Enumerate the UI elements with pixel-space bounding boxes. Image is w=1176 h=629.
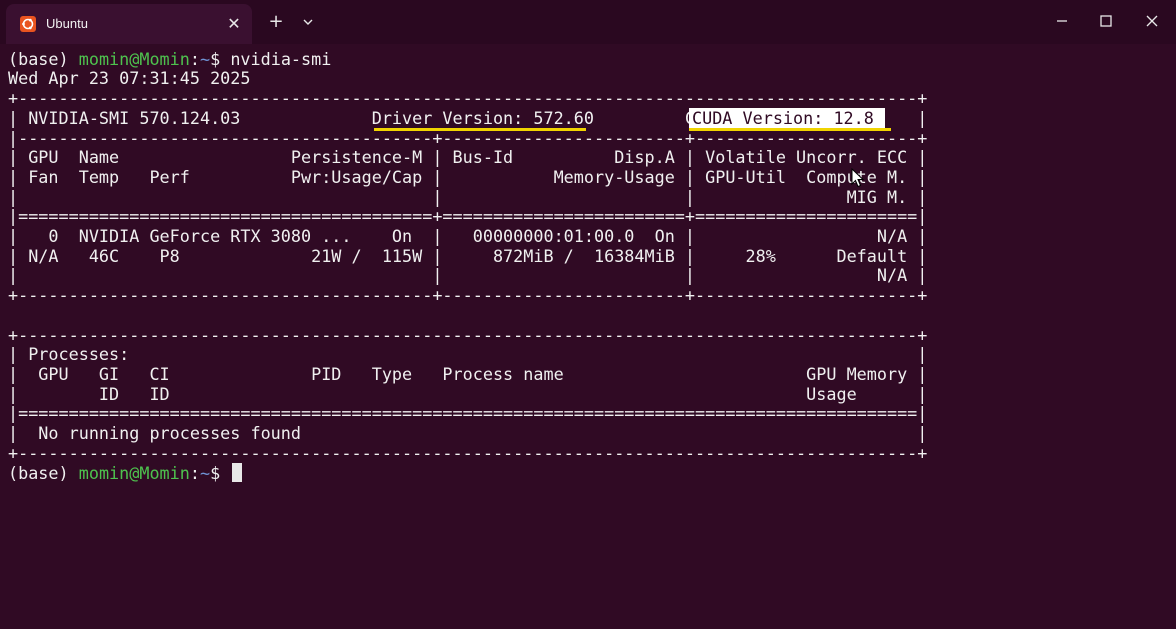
close-icon (1146, 15, 1158, 27)
prompt-symbol: $ (210, 463, 231, 483)
smi-line: +---------------------------------------… (8, 325, 928, 345)
smi-line: | | | MIG M. | (8, 187, 928, 207)
smi-line: +---------------------------------------… (8, 443, 928, 463)
tab-ubuntu[interactable]: Ubuntu ✕ (6, 4, 252, 44)
driver-version-underline (374, 128, 586, 131)
prompt-user-host: momin@Momin (78, 49, 190, 69)
smi-line: | 0 NVIDIA GeForce RTX 3080 ... On | 000… (8, 226, 928, 246)
prompt-env: (base) (8, 463, 79, 483)
smi-line: | Processes: | (8, 344, 928, 364)
chevron-down-icon (303, 19, 313, 25)
timestamp-line: Wed Apr 23 07:31:45 2025 (8, 68, 251, 88)
tab-title: Ubuntu (46, 16, 88, 31)
terminal-window: Ubuntu ✕ + (base) momin@Momin:~$ nvidia-… (0, 0, 1176, 629)
prompt-user-host: momin@Momin (78, 463, 190, 483)
smi-line: +---------------------------------------… (8, 285, 928, 305)
prompt-path: ~ (199, 463, 211, 483)
minimize-button[interactable] (1048, 8, 1076, 34)
smi-line: | GPU GI CI PID Type Process name GPU Me… (8, 364, 928, 384)
mouse-pointer-icon (851, 168, 865, 188)
smi-line: |---------------------------------------… (8, 128, 928, 148)
smi-line: | | | N/A | (8, 265, 928, 285)
smi-line: |=======================================… (8, 403, 928, 423)
cuda-version-underline (689, 128, 891, 131)
prompt-symbol: $ (210, 49, 231, 69)
command-text: nvidia-smi (230, 49, 332, 69)
cuda-version-selected-text: CUDA Version: 12.8 (692, 108, 874, 128)
smi-line: |=======================================… (8, 206, 928, 226)
smi-line: | Fan Temp Perf Pwr:Usage/Cap | Memory-U… (8, 167, 928, 187)
prompt-line: (base) momin@Momin:~$ (8, 463, 230, 483)
smi-line: +---------------------------------------… (8, 88, 928, 108)
prompt-colon: : (189, 49, 200, 69)
prompt-env: (base) (8, 49, 79, 69)
prompt-path: ~ (199, 49, 211, 69)
text-cursor (232, 463, 242, 482)
smi-line: | GPU Name Persistence-M | Bus-Id Disp.A… (8, 147, 928, 167)
smi-line: | N/A 46C P8 21W / 115W | 872MiB / 16384… (8, 246, 928, 266)
tab-close-button[interactable]: ✕ (224, 14, 244, 34)
maximize-button[interactable] (1092, 8, 1120, 34)
smi-line: | ID ID Usage | (8, 384, 928, 404)
command-line: (base) momin@Momin:~$ nvidia-smi (8, 49, 331, 69)
title-bar: Ubuntu ✕ + (0, 0, 1176, 44)
maximize-icon (1100, 15, 1112, 27)
tab-dropdown-button[interactable] (298, 12, 318, 32)
prompt-colon: : (189, 463, 200, 483)
smi-line: | No running processes found | (8, 423, 928, 443)
new-tab-button[interactable]: + (266, 12, 286, 32)
ubuntu-logo-icon (20, 16, 36, 32)
window-close-button[interactable] (1138, 8, 1166, 34)
terminal-output[interactable]: (base) momin@Momin:~$ nvidia-smi Wed Apr… (0, 44, 1176, 629)
minimize-icon (1057, 20, 1067, 22)
